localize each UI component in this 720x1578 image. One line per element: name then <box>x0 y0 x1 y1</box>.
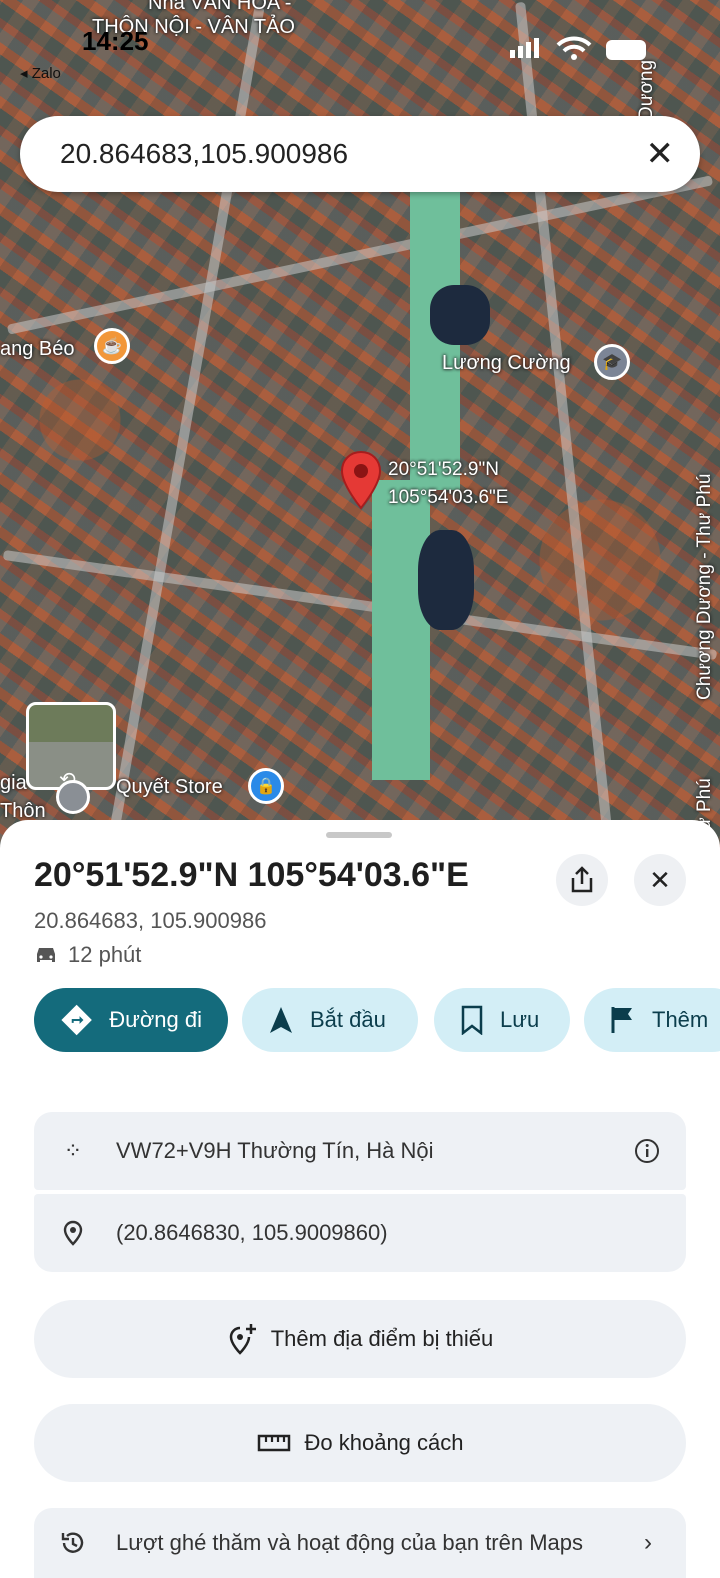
back-to-app[interactable]: ◂ Zalo <box>20 64 61 82</box>
place-sheet: 20°51'52.9"N 105°54'03.6"E ✕ 20.864683, … <box>0 820 720 1578</box>
map-marker-icon[interactable] <box>56 780 90 814</box>
close-button[interactable]: ✕ <box>634 854 686 906</box>
pond <box>430 285 490 345</box>
bookmark-icon <box>461 1005 483 1035</box>
close-icon: ✕ <box>649 864 671 895</box>
eta-text: 12 phút <box>68 942 142 967</box>
map-label[interactable]: Lương Cường <box>442 352 571 375</box>
share-icon <box>571 866 593 893</box>
river <box>372 480 430 780</box>
directions-icon <box>61 1004 92 1036</box>
school-icon[interactable]: 🎓 <box>594 344 630 380</box>
directions-button[interactable]: Đường đi <box>34 988 228 1052</box>
wifi-icon <box>556 36 592 60</box>
car-icon <box>37 948 55 962</box>
add-location-icon <box>229 1324 256 1355</box>
satellite-map[interactable]: Nhà VĂN HÓA - THÔN NỘI - VÂN TẢO ang Béo… <box>0 0 720 860</box>
clear-search-icon[interactable]: ✕ <box>646 134 675 174</box>
history-icon <box>61 1532 84 1553</box>
road <box>2 549 718 661</box>
cafe-icon[interactable]: ☕ <box>94 328 130 364</box>
pond <box>418 530 474 630</box>
plus-code-text: VW72+V9H Thường Tín, Hà Nội <box>116 1138 434 1163</box>
navigation-arrow-icon <box>270 1007 292 1033</box>
ruler-icon <box>257 1434 290 1452</box>
measure-distance-button[interactable]: Đo khoảng cách <box>34 1404 686 1482</box>
add-missing-place-button[interactable]: Thêm địa điểm bị thiếu <box>34 1300 686 1378</box>
road-label: Chương Dương - Thư Phú <box>694 473 715 700</box>
location-pin-icon[interactable] <box>340 450 382 510</box>
plus-code-row[interactable]: ⁘ VW72+V9H Thường Tín, Hà Nội <box>34 1112 686 1190</box>
map-label: gia <box>0 772 27 794</box>
search-input[interactable]: 20.864683,105.900986 <box>60 138 348 170</box>
save-label: Lưu <box>500 1007 540 1032</box>
signal-icon <box>510 38 539 58</box>
start-label: Bắt đầu <box>310 1007 386 1032</box>
measure-label: Đo khoảng cách <box>304 1430 464 1455</box>
more-label: Thêm <box>652 1007 709 1032</box>
coordinates-row[interactable]: (20.8646830, 105.9009860) <box>34 1194 686 1272</box>
more-button[interactable]: Thêm <box>584 988 720 1052</box>
road <box>6 175 714 335</box>
coordinates-text: (20.8646830, 105.9009860) <box>116 1220 388 1245</box>
pin-label: 20°51'52.9"N 105°54'03.6"E <box>388 456 508 512</box>
drag-handle[interactable] <box>326 832 392 838</box>
save-button[interactable]: Lưu <box>434 988 570 1052</box>
directions-label: Đường đi <box>109 1007 202 1032</box>
add-missing-label: Thêm địa điểm bị thiếu <box>270 1326 494 1351</box>
eta: 12 phút <box>34 942 141 968</box>
map-label: Nhà VĂN HÓA - <box>148 0 292 14</box>
flag-icon <box>611 1007 632 1033</box>
pin-label-lat: 20°51'52.9"N <box>388 459 499 480</box>
decimal-coords: 20.864683, 105.900986 <box>34 908 267 933</box>
activity-row[interactable]: Lượt ghé thăm và hoạt động của bạn trên … <box>34 1508 686 1578</box>
shop-icon[interactable]: 🔒 <box>248 768 284 804</box>
battery-icon <box>606 40 646 60</box>
map-label[interactable]: Quyết Store <box>116 776 223 799</box>
pin-label-lng: 105°54'03.6"E <box>388 487 509 508</box>
road-label: Dương <box>636 59 657 120</box>
activity-label: Lượt ghé thăm và hoạt động của bạn trên … <box>116 1530 584 1555</box>
map-label[interactable]: ang Béo <box>0 338 75 361</box>
place-title: 20°51'52.9"N 105°54'03.6"E <box>34 856 469 894</box>
location-outline-icon <box>63 1220 83 1246</box>
share-button[interactable] <box>556 854 608 906</box>
info-icon[interactable] <box>634 1138 660 1164</box>
start-button[interactable]: Bắt đầu <box>242 988 418 1052</box>
search-bar[interactable]: 20.864683,105.900986 ✕ <box>20 116 700 192</box>
status-time: 14:25 <box>82 26 149 56</box>
plus-code-icon: ⁘ <box>63 1138 83 1163</box>
chevron-right-icon: › <box>644 1529 652 1556</box>
street-view-thumbnail[interactable]: ⟲ <box>26 702 116 791</box>
